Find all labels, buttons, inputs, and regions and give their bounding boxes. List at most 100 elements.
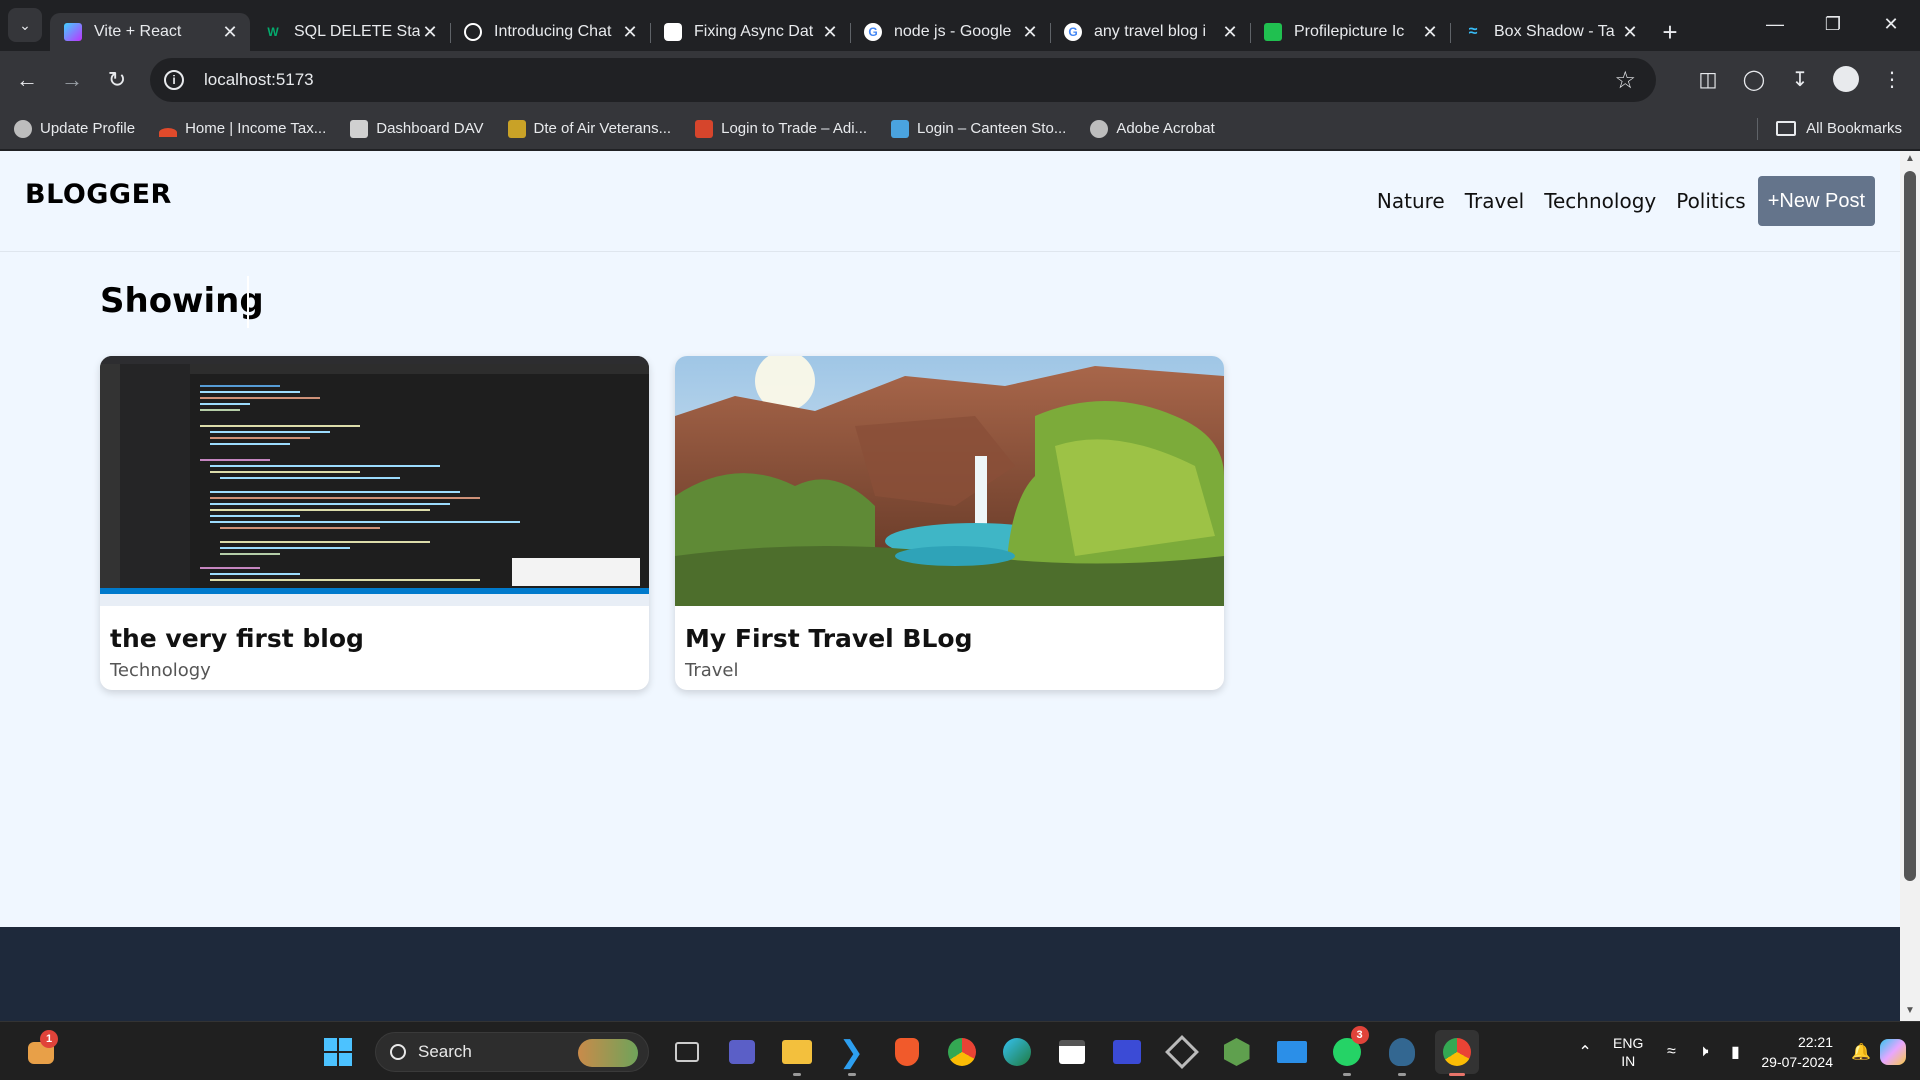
close-icon[interactable]: ✕ <box>220 22 240 43</box>
performance-icon[interactable]: ◯ <box>1736 61 1772 97</box>
file-explorer-icon[interactable] <box>775 1030 819 1076</box>
site-info-icon[interactable]: i <box>164 70 184 90</box>
copilot-icon[interactable] <box>1880 1038 1906 1065</box>
volume-icon[interactable]: 🕨 <box>1690 1039 1716 1065</box>
close-icon[interactable]: ✕ <box>1620 22 1640 43</box>
extensions-icon[interactable]: ◫ <box>1690 61 1726 97</box>
chevron-up-icon[interactable]: ⌃ <box>1572 1039 1598 1065</box>
new-tab-button[interactable]: + <box>1650 13 1690 51</box>
bookmark-canteen-store[interactable]: Login – Canteen Sto... <box>891 119 1066 138</box>
bookmark-update-profile[interactable]: Update Profile <box>14 119 135 138</box>
brave-icon[interactable] <box>885 1030 929 1074</box>
browser-toolbar: ← → ↻ i localhost:5173 ☆ ◫ ◯ ↧ ⋮ <box>0 51 1920 108</box>
tab-box-shadow[interactable]: ≈ Box Shadow - Ta ✕ <box>1450 13 1650 51</box>
download-icon[interactable]: ↧ <box>1782 61 1818 97</box>
nav-link-travel[interactable]: Travel <box>1465 189 1524 213</box>
edge-icon[interactable] <box>995 1030 1039 1074</box>
reload-icon[interactable]: ↻ <box>100 63 134 97</box>
profile-avatar-icon[interactable] <box>1828 61 1864 97</box>
unity-icon[interactable] <box>1160 1030 1204 1074</box>
mongodb-compass-icon[interactable] <box>1105 1030 1149 1074</box>
widgets-icon[interactable]: 1 <box>24 1030 60 1070</box>
windows-start-icon[interactable] <box>316 1030 360 1074</box>
bookmarks-bar: Update Profile Home | Income Tax... Dash… <box>0 108 1920 150</box>
url-text[interactable]: localhost:5173 <box>204 70 314 90</box>
language-code: ENG <box>1613 1034 1644 1051</box>
language-indicator[interactable]: ENG IN <box>1613 1034 1643 1070</box>
whatsapp-badge: 3 <box>1350 1026 1369 1044</box>
new-post-button[interactable]: +New Post <box>1757 176 1875 226</box>
scrollbar-thumb[interactable] <box>1904 171 1916 881</box>
post-thumbnail-code-screenshot <box>100 356 649 606</box>
bookmark-dte-air-veterans[interactable]: Dte of Air Veterans... <box>507 119 672 138</box>
post-title[interactable]: the very first blog <box>110 624 364 653</box>
site-nav: Nature Travel Technology Politics +New P… <box>1357 176 1875 226</box>
bell-icon[interactable]: 🔔 <box>1848 1039 1874 1065</box>
globe-icon <box>1090 119 1109 138</box>
microsoft-store-icon[interactable] <box>1050 1030 1094 1074</box>
address-bar[interactable]: i localhost:5173 ☆ <box>150 58 1656 102</box>
task-view-icon[interactable] <box>665 1030 709 1074</box>
menu-kebab-icon[interactable]: ⋮ <box>1874 61 1910 97</box>
wifi-icon[interactable]: ≈ <box>1658 1039 1684 1065</box>
nav-link-technology[interactable]: Technology <box>1544 189 1656 213</box>
system-tray: ⌃ ENG IN ≈ 🕨 ▮ 22:21 29-07-2024 🔔 <box>1569 1022 1920 1080</box>
nodejs-icon[interactable] <box>1215 1030 1259 1074</box>
forward-arrow-icon[interactable]: → <box>55 63 89 97</box>
close-icon[interactable]: ✕ <box>820 22 840 43</box>
tab-introducing-chat[interactable]: Introducing Chat ✕ <box>450 13 651 51</box>
tab-profilepicture[interactable]: Profilepicture Ic ✕ <box>1250 13 1451 51</box>
bookmark-income-tax[interactable]: Home | Income Tax... <box>159 120 326 137</box>
tab-node-js-google[interactable]: G node js - Google ✕ <box>850 13 1051 51</box>
tab-travel-blog-google[interactable]: G any travel blog i ✕ <box>1050 13 1251 51</box>
close-icon[interactable]: ✕ <box>620 22 640 43</box>
bookmark-label: Dte of Air Veterans... <box>533 120 672 137</box>
dav-icon <box>350 119 369 138</box>
site-footer <box>0 927 1900 1021</box>
battery-icon[interactable]: ▮ <box>1722 1039 1748 1065</box>
post-card[interactable]: My First Travel BLog Travel <box>675 356 1224 690</box>
bookmark-label: Adobe Acrobat <box>1116 120 1215 137</box>
tab-vite-react[interactable]: Vite + React ✕ <box>50 13 250 51</box>
vscode-icon[interactable]: ❯ <box>830 1030 874 1076</box>
scroll-down-arrow-icon[interactable]: ▼ <box>1900 1005 1920 1019</box>
bookmark-label: Dashboard DAV <box>376 120 484 137</box>
close-icon[interactable]: ✕ <box>420 22 440 43</box>
whatsapp-icon[interactable]: 3 <box>1325 1026 1369 1076</box>
page-scrollbar[interactable]: ▲ ▼ <box>1900 151 1920 1021</box>
mail-icon[interactable] <box>1270 1030 1314 1074</box>
post-title[interactable]: My First Travel BLog <box>685 624 972 653</box>
bookmark-adobe-acrobat[interactable]: Adobe Acrobat <box>1090 119 1215 138</box>
close-window-icon[interactable]: ✕ <box>1862 0 1920 48</box>
restore-icon[interactable]: ❐ <box>1804 0 1862 48</box>
clock-date: 29-07-2024 <box>1761 1053 1833 1070</box>
close-icon[interactable]: ✕ <box>1020 22 1040 43</box>
all-bookmarks-label: All Bookmarks <box>1806 120 1902 137</box>
teams-icon[interactable] <box>720 1030 764 1074</box>
taskbar-search-box[interactable]: Search <box>375 1032 649 1072</box>
clock-time: 22:21 <box>1797 1033 1833 1050</box>
chrome-icon[interactable] <box>940 1030 984 1074</box>
postgresql-icon[interactable] <box>1380 1030 1424 1076</box>
nav-link-politics[interactable]: Politics <box>1676 189 1746 213</box>
globe-icon <box>14 119 32 138</box>
post-card[interactable]: the very first blog Technology <box>100 356 649 690</box>
scroll-up-arrow-icon[interactable]: ▲ <box>1900 153 1920 167</box>
nav-link-nature[interactable]: Nature <box>1377 189 1445 213</box>
all-bookmarks-button[interactable]: All Bookmarks <box>1757 117 1902 140</box>
bookmark-dashboard-dav[interactable]: Dashboard DAV <box>350 119 484 138</box>
bookmark-star-icon[interactable]: ☆ <box>1614 66 1636 95</box>
toolbar-icons: ◫ ◯ ↧ ⋮ <box>1690 61 1910 97</box>
page-heading: Showing <box>100 281 264 321</box>
close-icon[interactable]: ✕ <box>1420 22 1440 43</box>
tab-search-button[interactable]: ⌄ <box>8 8 42 42</box>
site-logo[interactable]: BLOGGER <box>25 179 172 210</box>
minimize-icon[interactable]: — <box>1746 0 1804 48</box>
back-arrow-icon[interactable]: ← <box>10 63 44 97</box>
tab-fixing-async[interactable]: Fixing Async Dat ✕ <box>650 13 851 51</box>
bookmark-login-trade[interactable]: Login to Trade – Adi... <box>695 119 867 138</box>
clock[interactable]: 22:21 29-07-2024 <box>1761 1032 1833 1072</box>
tab-sql-delete[interactable]: W SQL DELETE Stat ✕ <box>250 13 451 51</box>
chrome-active-icon[interactable] <box>1434 1030 1479 1076</box>
close-icon[interactable]: ✕ <box>1220 22 1240 43</box>
